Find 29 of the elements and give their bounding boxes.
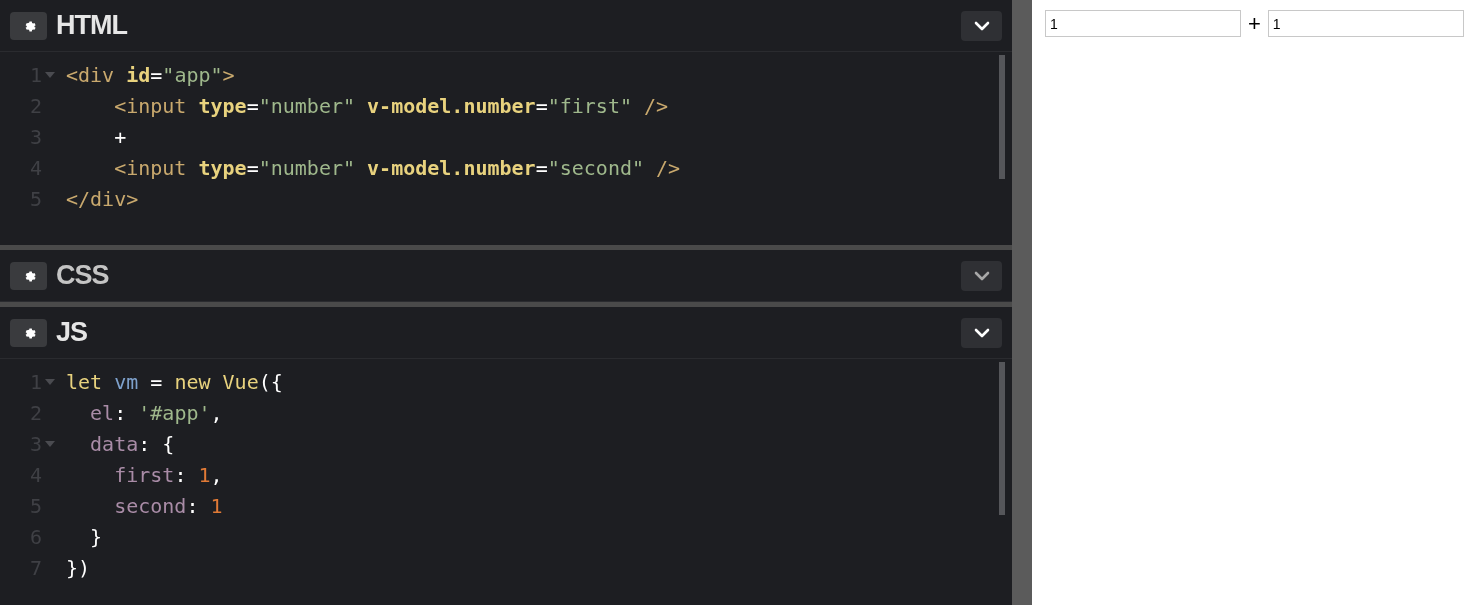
code-line: <input type="number" v-model.number="first" /> bbox=[113, 92, 669, 120]
collapse-button[interactable] bbox=[961, 317, 1002, 348]
plus-sign: + bbox=[1248, 10, 1261, 37]
panel-title: HTML bbox=[56, 9, 127, 43]
settings-button[interactable] bbox=[10, 261, 47, 290]
chevron-down-icon bbox=[973, 327, 990, 338]
panel-title: JS bbox=[56, 316, 88, 350]
code-line: data: { bbox=[89, 430, 175, 458]
number-input[interactable]: 1 bbox=[1045, 10, 1241, 37]
collapse-button[interactable] bbox=[961, 260, 1002, 291]
collapse-button[interactable] bbox=[961, 10, 1002, 41]
panel-title: CSS bbox=[56, 259, 109, 293]
code-line: el: '#app', bbox=[89, 399, 223, 427]
number-input[interactable]: 1 bbox=[1267, 10, 1464, 37]
code-line: }) bbox=[66, 554, 91, 582]
scrollbar-thumb[interactable] bbox=[999, 55, 1005, 179]
code-line: } bbox=[89, 523, 103, 551]
code-line: <div id="app"> bbox=[66, 61, 235, 89]
settings-button[interactable] bbox=[10, 318, 47, 347]
code-line: second: 1 bbox=[113, 492, 223, 520]
code-line: let vm = new Vue({ bbox=[66, 368, 283, 396]
settings-button[interactable] bbox=[10, 11, 47, 40]
code-line: </div> bbox=[66, 185, 139, 213]
code-line: <input type="number" v-model.number="second" /> bbox=[113, 154, 681, 182]
code-line: first: 1, bbox=[113, 461, 223, 489]
chevron-down-icon bbox=[973, 270, 990, 281]
code-line: + bbox=[113, 123, 127, 151]
chevron-down-icon bbox=[973, 20, 990, 31]
scrollbar-thumb[interactable] bbox=[999, 362, 1005, 515]
